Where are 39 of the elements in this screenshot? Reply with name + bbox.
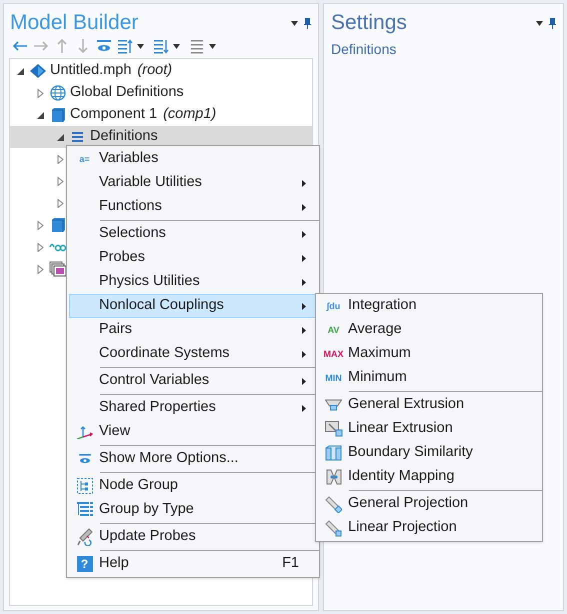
menu-item-label: Selections [99, 224, 166, 244]
panel-subtitle: Definitions [331, 40, 398, 59]
menu-item-label: Show More Options... [99, 449, 238, 468]
menu-item-label: Boundary Similarity [348, 443, 473, 462]
menu-item-label: View [99, 422, 130, 442]
menu-item-label: Help [99, 554, 129, 574]
menu-item-label: General Projection [348, 494, 468, 514]
menu-item-label: Minimum [348, 368, 407, 388]
badge-icon: MIN [325, 374, 342, 382]
menu-item-label: Pairs [99, 320, 132, 340]
menu-item-label: Maximum [348, 344, 411, 364]
badge-icon: AV [328, 326, 340, 334]
menu-item-label: Shared Properties [99, 398, 216, 418]
menu-item-label: Linear Projection [348, 518, 457, 538]
menu-item-label: Probes [99, 248, 145, 268]
tree-item-note: (comp1) [163, 105, 216, 124]
menu-item-label: Coordinate Systems [99, 344, 230, 364]
panel-title: Settings [331, 10, 407, 36]
menu-item-label: Functions [99, 197, 162, 216]
menu-item-label: Node Group [99, 476, 178, 496]
shortcut-label: F1 [282, 554, 299, 574]
menu-item-label: Identity Mapping [348, 467, 454, 486]
menu-item-label: Update Probes [99, 527, 196, 546]
menu-item-label: Variable Utilities [99, 173, 202, 192]
panel-title: Model Builder [10, 10, 138, 36]
menu-item-label: General Extrusion [348, 395, 464, 414]
menu-item-label: Variables [99, 149, 158, 168]
help-icon: ? [76, 556, 92, 572]
menu-item-label: Average [348, 320, 402, 340]
menu-item-label: Linear Extrusion [348, 419, 453, 438]
badge-icon: MAX [324, 350, 344, 358]
badge-icon: ∫du [326, 302, 340, 310]
menu-item-label: Physics Utilities [99, 272, 200, 292]
menu-item-label: Control Variables [99, 371, 210, 390]
tree-item-note: (root) [137, 61, 172, 80]
menu-item-label: Nonlocal Couplings [99, 296, 224, 316]
menu-item-label: Integration [348, 296, 417, 316]
badge-icon: a= [79, 154, 90, 164]
menu-item-label: Group by Type [99, 500, 194, 520]
